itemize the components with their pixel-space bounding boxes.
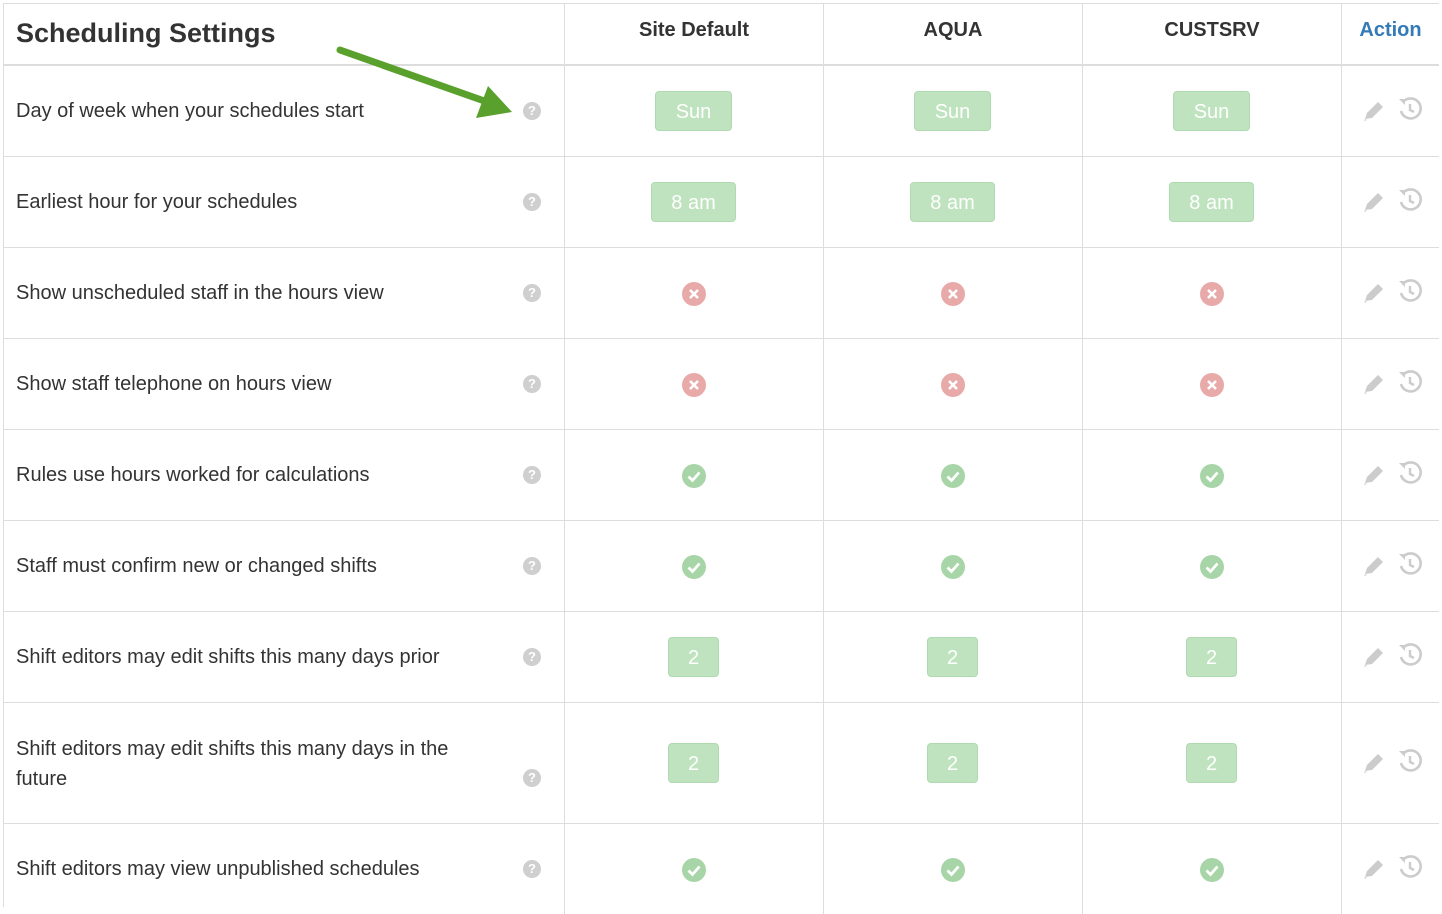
times-circle-icon[interactable] <box>682 282 706 306</box>
annotation-arrow <box>336 46 512 118</box>
question-circle-icon[interactable]: ? <box>523 557 541 575</box>
history-icon[interactable] <box>1397 278 1423 304</box>
pencil-icon[interactable] <box>1361 189 1387 215</box>
setting-label: Show staff telephone on hours view <box>16 373 332 395</box>
times-circle-icon[interactable] <box>1200 373 1224 397</box>
table-row: Shift editors may view unpublished sched… <box>4 824 1439 914</box>
value-pill[interactable]: 2 <box>668 637 719 677</box>
check-circle-icon[interactable] <box>682 555 706 579</box>
value-pill[interactable]: 8 am <box>651 182 736 222</box>
setting-label: Earliest hour for your schedules <box>16 191 298 213</box>
setting-label: Shift editors may edit shifts this many … <box>16 646 440 668</box>
check-circle-icon[interactable] <box>1200 555 1224 579</box>
setting-label: Day of week when your schedules start <box>16 100 364 122</box>
table-header: Scheduling Settings Site Default AQUA CU… <box>4 4 1439 66</box>
pencil-icon[interactable] <box>1361 371 1387 397</box>
column-header-site-default: Site Default <box>638 19 750 41</box>
times-circle-icon[interactable] <box>1200 282 1224 306</box>
pencil-icon[interactable] <box>1361 98 1387 124</box>
history-icon[interactable] <box>1397 460 1423 486</box>
question-circle-icon[interactable]: ? <box>523 466 541 484</box>
check-circle-icon[interactable] <box>1200 464 1224 488</box>
history-icon[interactable] <box>1397 748 1423 774</box>
question-circle-icon[interactable]: ? <box>523 769 541 787</box>
table-row: Staff must confirm new or changed shifts… <box>4 521 1439 612</box>
history-icon[interactable] <box>1397 96 1423 122</box>
check-circle-icon[interactable] <box>941 858 965 882</box>
check-circle-icon[interactable] <box>941 464 965 488</box>
value-pill[interactable]: 2 <box>927 637 978 677</box>
column-header-aqua: AQUA <box>923 19 983 41</box>
column-header-custsrv: CUSTSRV <box>1164 19 1260 41</box>
table-row: Show unscheduled staff in the hours view… <box>4 248 1439 339</box>
pencil-icon[interactable] <box>1361 750 1387 776</box>
table-row: Show staff telephone on hours view ? <box>4 339 1439 430</box>
table-row: Shift editors may edit shifts this many … <box>4 612 1439 703</box>
setting-label-line1: Shift editors may edit shifts this many … <box>16 738 449 760</box>
setting-label: Rules use hours worked for calculations <box>16 464 370 486</box>
value-pill[interactable]: Sun <box>655 91 732 131</box>
history-icon[interactable] <box>1397 854 1423 880</box>
question-circle-icon[interactable]: ? <box>523 375 541 393</box>
value-pill[interactable]: 8 am <box>1169 182 1254 222</box>
history-icon[interactable] <box>1397 642 1423 668</box>
question-circle-icon[interactable]: ? <box>523 860 541 878</box>
column-header-action[interactable]: Action <box>1342 19 1439 42</box>
table-row: Shift editors may edit shifts this many … <box>4 703 1439 824</box>
setting-label-line2: future <box>16 768 68 790</box>
table-row: Earliest hour for your schedules ? 8 am … <box>4 157 1439 248</box>
value-pill[interactable]: 2 <box>1186 637 1237 677</box>
history-icon[interactable] <box>1397 369 1423 395</box>
value-pill[interactable]: 2 <box>668 743 719 783</box>
value-pill[interactable]: 8 am <box>910 182 995 222</box>
history-icon[interactable] <box>1397 551 1423 577</box>
setting-label: Staff must confirm new or changed shifts <box>16 555 377 577</box>
check-circle-icon[interactable] <box>682 858 706 882</box>
table-row: Day of week when your schedules start ? … <box>4 66 1439 157</box>
setting-label: Shift editors may view unpublished sched… <box>16 858 420 880</box>
check-circle-icon[interactable] <box>941 555 965 579</box>
times-circle-icon[interactable] <box>941 282 965 306</box>
page-title: Scheduling Settings <box>16 18 276 48</box>
setting-label: Show unscheduled staff in the hours view <box>16 282 384 304</box>
question-circle-icon[interactable]: ? <box>523 102 541 120</box>
pencil-icon[interactable] <box>1361 553 1387 579</box>
value-pill[interactable]: 2 <box>1186 743 1237 783</box>
check-circle-icon[interactable] <box>1200 858 1224 882</box>
pencil-icon[interactable] <box>1361 280 1387 306</box>
value-pill[interactable]: Sun <box>1173 91 1250 131</box>
question-circle-icon[interactable]: ? <box>523 193 541 211</box>
value-pill[interactable]: Sun <box>914 91 991 131</box>
times-circle-icon[interactable] <box>941 373 965 397</box>
value-pill[interactable]: 2 <box>927 743 978 783</box>
question-circle-icon[interactable]: ? <box>523 648 541 666</box>
pencil-icon[interactable] <box>1361 856 1387 882</box>
question-circle-icon[interactable]: ? <box>523 284 541 302</box>
times-circle-icon[interactable] <box>682 373 706 397</box>
history-icon[interactable] <box>1397 187 1423 213</box>
scheduling-settings-table: Scheduling Settings Site Default AQUA CU… <box>3 3 1439 914</box>
pencil-icon[interactable] <box>1361 462 1387 488</box>
check-circle-icon[interactable] <box>682 464 706 488</box>
pencil-icon[interactable] <box>1361 644 1387 670</box>
table-row: Rules use hours worked for calculations … <box>4 430 1439 521</box>
